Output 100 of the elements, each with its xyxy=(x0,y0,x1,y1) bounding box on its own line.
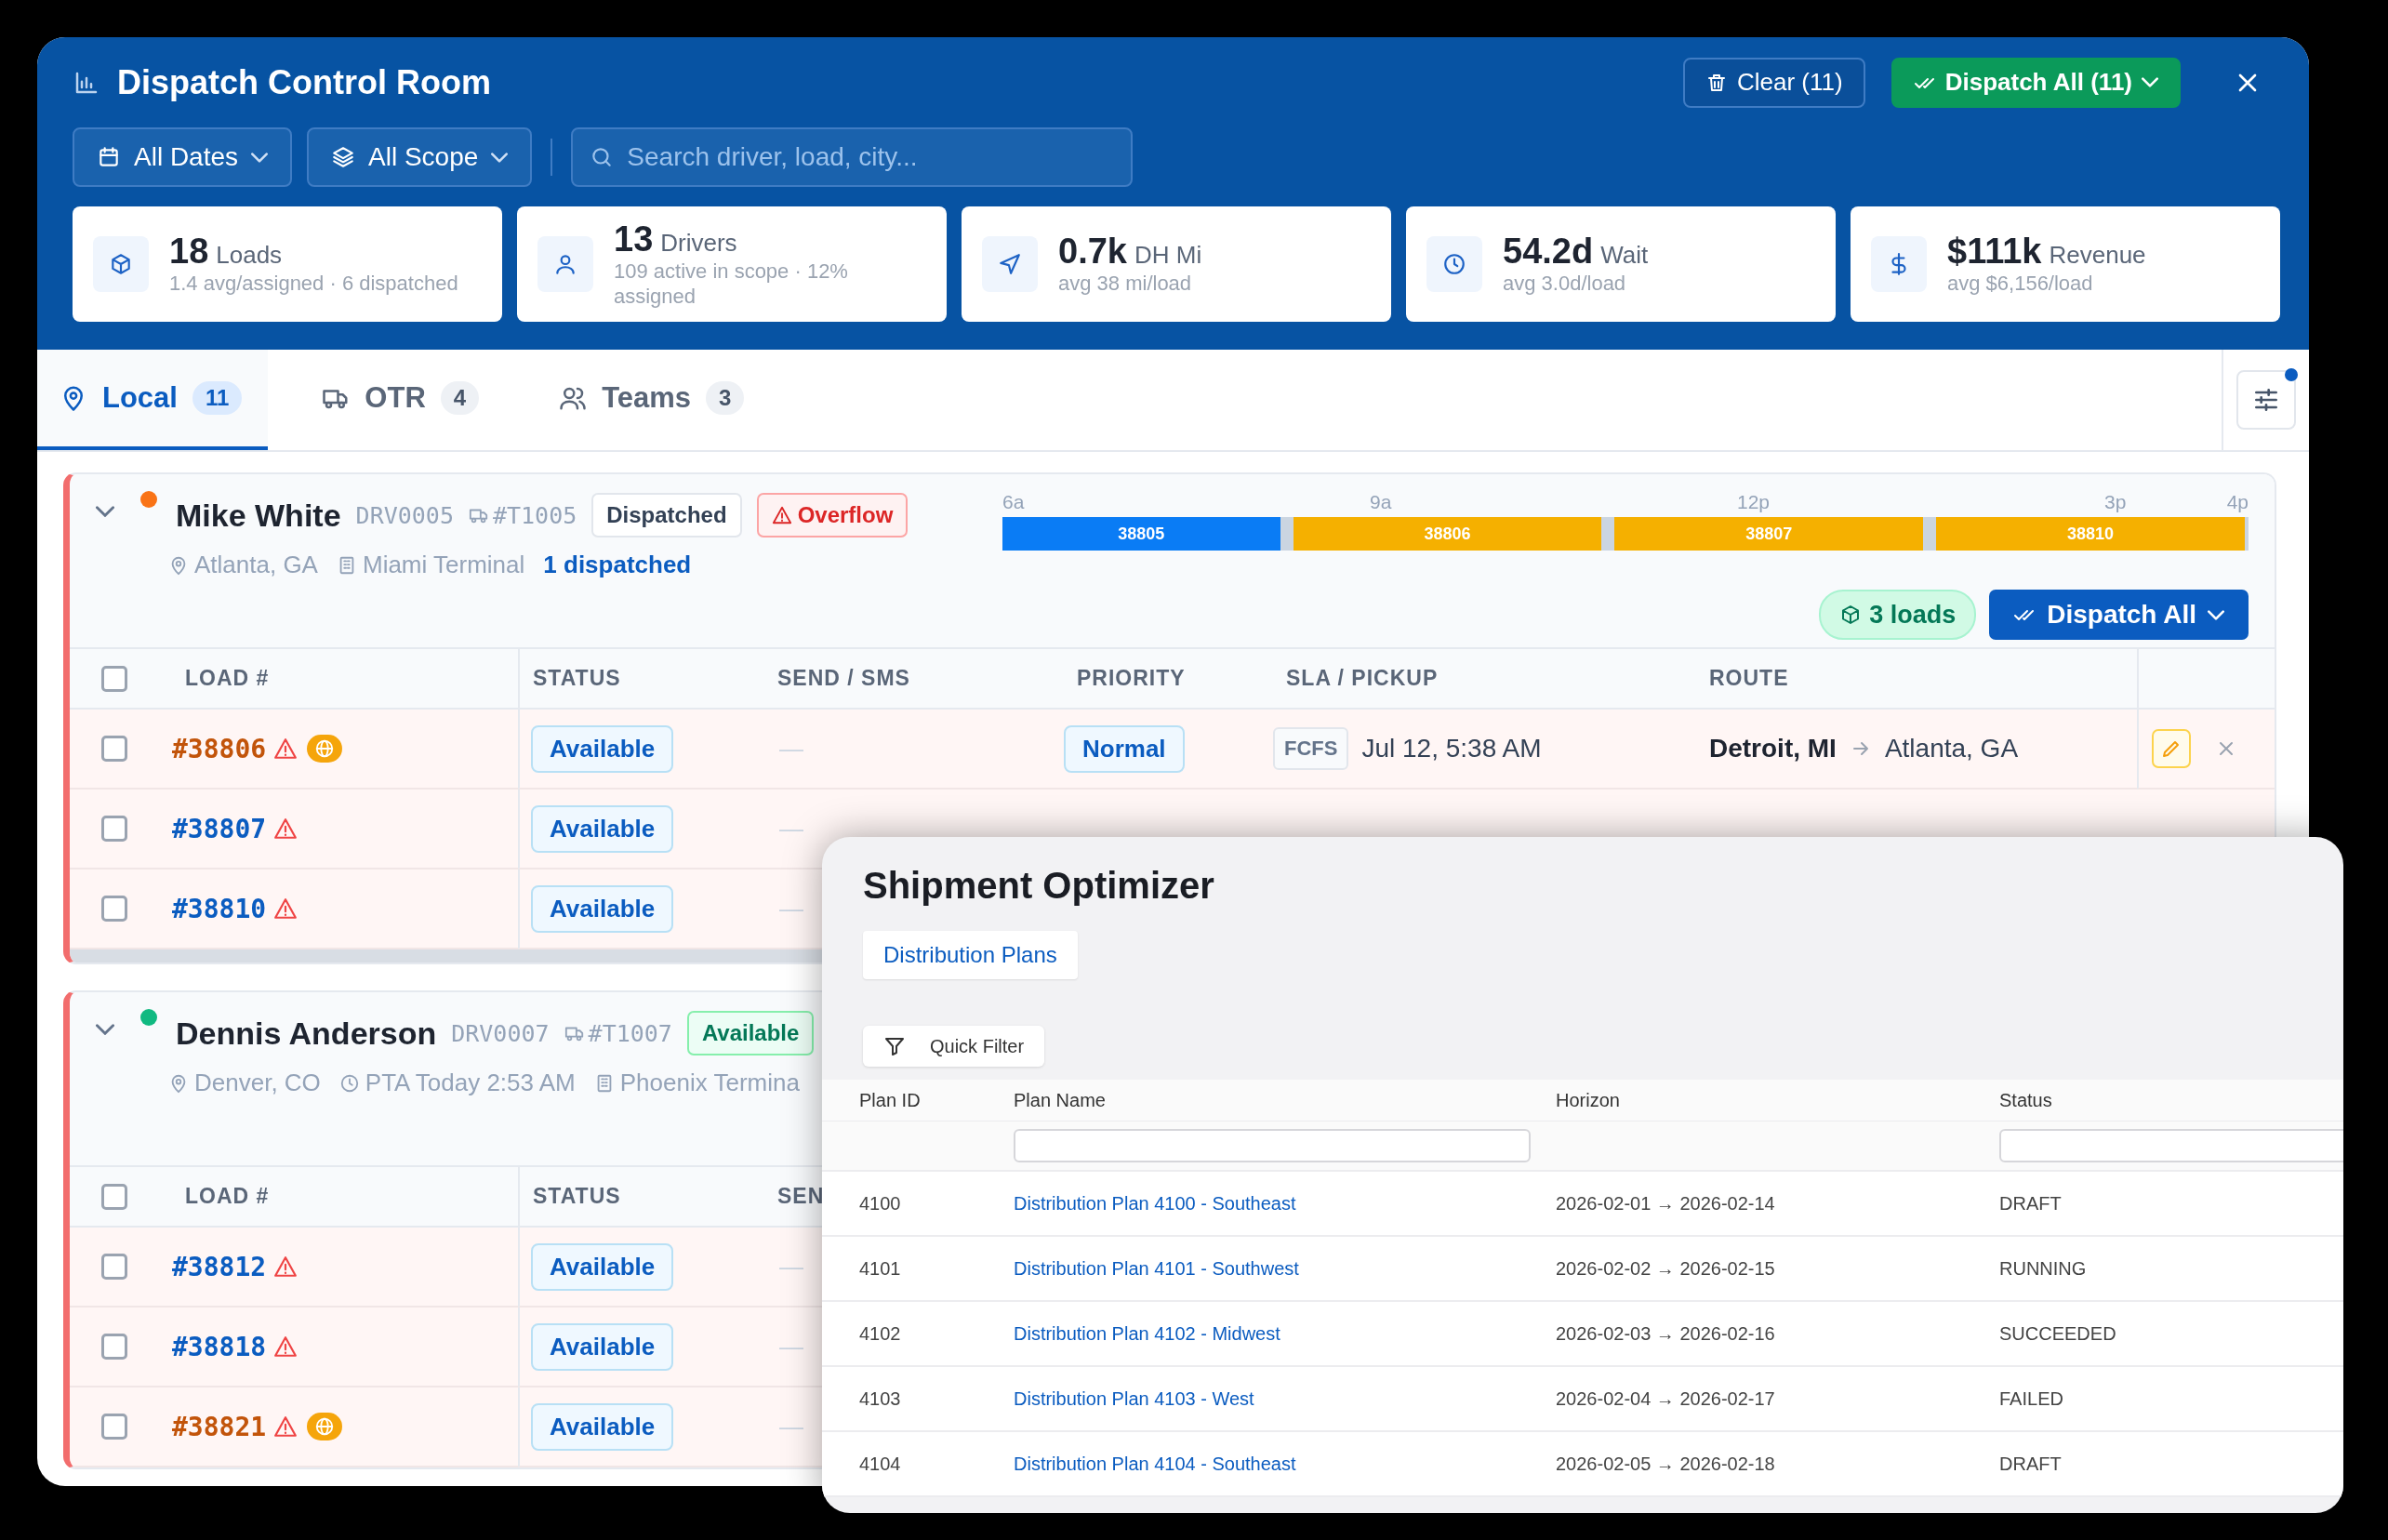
chevron-icon[interactable] xyxy=(96,506,114,517)
send-status: — xyxy=(779,1332,803,1361)
stat-value: 18 xyxy=(169,232,209,272)
dispatch-all-button[interactable]: Dispatch All xyxy=(1989,590,2249,640)
plan-id: 4100 xyxy=(859,1192,901,1214)
status-badge: Dispatched xyxy=(591,493,742,538)
stat-value: 0.7k xyxy=(1058,232,1127,272)
checkbox[interactable] xyxy=(101,816,127,842)
load-link[interactable]: #38812 xyxy=(172,1251,267,1282)
column-header: Plan Name xyxy=(1014,1089,1106,1110)
load-link[interactable]: #38810 xyxy=(172,893,267,924)
plan-status: DRAFT xyxy=(1999,1453,2062,1474)
driver-meta: PTA Today 2:53 AM xyxy=(365,1069,576,1097)
stat-label: Revenue xyxy=(2049,241,2146,270)
tab[interactable]: Distribution Plans xyxy=(863,931,1078,979)
status-badge: Available xyxy=(531,724,674,773)
plan-horizon: 2026-02-01 → 2026-02-14 xyxy=(1556,1192,1775,1214)
column-header: SLA / PICKUP xyxy=(1285,666,1439,691)
driver-name: Mike White xyxy=(176,497,341,534)
plan-link[interactable]: Distribution Plan 4103 - West xyxy=(1014,1387,1254,1409)
clear-button[interactable]: Clear (11) xyxy=(1683,57,1865,108)
column-header: ROUTE xyxy=(1708,666,1789,691)
plan-id: 4102 xyxy=(859,1322,901,1344)
filter-dropdown[interactable]: All Dates xyxy=(73,127,293,187)
plan-status: RUNNING xyxy=(1999,1257,2087,1279)
status-badge: Overflow xyxy=(756,493,909,538)
warning-icon xyxy=(771,505,792,525)
load-link[interactable]: #38806 xyxy=(172,733,267,764)
column-header: Plan ID xyxy=(859,1089,921,1110)
chevron-down-icon xyxy=(251,152,269,163)
timeline-segment[interactable]: 38805 xyxy=(1002,517,1280,551)
filter-settings-button[interactable] xyxy=(2236,370,2296,430)
tab-count: 3 xyxy=(706,381,745,415)
send-status: — xyxy=(779,734,803,763)
checkbox[interactable] xyxy=(101,1183,127,1210)
load-link[interactable]: #38821 xyxy=(172,1411,267,1442)
plan-status: FAILED xyxy=(1999,1387,2063,1409)
driver-name: Dennis Anderson xyxy=(176,1015,437,1052)
send-status: — xyxy=(779,814,803,843)
checkbox[interactable] xyxy=(101,896,127,922)
clock-icon xyxy=(338,1072,360,1094)
plan-link[interactable]: Distribution Plan 4104 - Southeast xyxy=(1014,1453,1296,1474)
load-link[interactable]: #38818 xyxy=(172,1331,267,1362)
tab-count: 11 xyxy=(192,381,243,415)
status-badge: Available xyxy=(531,804,674,853)
column-header: Horizon xyxy=(1556,1089,1620,1110)
truck-number: #T1007 xyxy=(588,1019,672,1047)
plan-link[interactable]: Distribution Plan 4102 - Midwest xyxy=(1014,1322,1280,1344)
priority-badge: Normal xyxy=(1064,724,1185,773)
checkbox[interactable] xyxy=(101,665,127,692)
time-tick: 6a xyxy=(1002,491,1025,512)
column-header: SEN xyxy=(776,1184,825,1209)
chevron-down-icon xyxy=(491,152,509,163)
route-destination: Atlanta, GA xyxy=(1884,734,2019,763)
navigation-icon xyxy=(998,252,1022,276)
plan-link[interactable]: Distribution Plan 4100 - Southeast xyxy=(1014,1192,1296,1214)
search-field[interactable]: Search driver, load, city... xyxy=(571,127,1134,187)
load-link[interactable]: #38807 xyxy=(172,813,267,844)
checkbox[interactable] xyxy=(101,1254,127,1280)
filter-dropdown[interactable]: All Scope xyxy=(307,127,533,187)
filter-field[interactable] xyxy=(1014,1129,1531,1162)
stat-label: DH Mi xyxy=(1134,241,1202,270)
status-badge: Available xyxy=(686,1011,815,1055)
stat-value: $111k xyxy=(1947,232,2042,272)
time-tick: 12p xyxy=(1737,491,1771,512)
checkbox[interactable] xyxy=(101,1334,127,1360)
sla-badge: FCFS xyxy=(1273,727,1349,770)
status-badge: Available xyxy=(531,1402,674,1451)
tab[interactable]: Local 11 xyxy=(37,350,269,450)
send-status: — xyxy=(779,1252,803,1281)
status-badge: Available xyxy=(531,884,674,933)
column-header: SEND / SMS xyxy=(776,666,910,691)
stat-label: Wait xyxy=(1600,241,1649,270)
checkbox[interactable] xyxy=(101,736,127,762)
chevron-down-icon xyxy=(2208,609,2224,620)
plan-id: 4104 xyxy=(859,1453,901,1474)
pickup-time: Jul 12, 5:38 AM xyxy=(1361,734,1542,763)
scrollbar[interactable] xyxy=(70,949,823,962)
quick-filter-button[interactable]: Quick Filter xyxy=(863,1026,1045,1067)
driver-meta: Atlanta, GA xyxy=(194,551,318,579)
time-tick: 4p xyxy=(2226,491,2249,512)
stat-detail: 1.4 avg/assigned · 6 dispatched xyxy=(169,272,458,297)
edit-button[interactable] xyxy=(2152,729,2191,768)
box-icon xyxy=(109,252,133,276)
stat-value: 13 xyxy=(614,219,654,259)
plan-id: 4103 xyxy=(859,1387,901,1409)
stat-value: 54.2d xyxy=(1503,232,1594,272)
dispatched-link[interactable]: 1 dispatched xyxy=(543,551,692,579)
driver-code: DRV0007 xyxy=(451,1019,550,1047)
globe-icon xyxy=(314,738,336,759)
column-header: STATUS xyxy=(532,666,621,691)
window-title: Dispatch Control Room xyxy=(117,62,492,102)
checkbox[interactable] xyxy=(101,1414,127,1440)
calendar-icon xyxy=(97,145,121,169)
dispatch-all-button[interactable]: Dispatch All (11) xyxy=(1890,57,2181,108)
truck-number: #T1005 xyxy=(492,501,577,529)
plan-id: 4101 xyxy=(859,1257,901,1279)
chevron-icon[interactable] xyxy=(96,1024,114,1035)
time-tick: 3p xyxy=(2104,491,2127,512)
plan-link[interactable]: Distribution Plan 4101 - Southwest xyxy=(1014,1257,1299,1279)
